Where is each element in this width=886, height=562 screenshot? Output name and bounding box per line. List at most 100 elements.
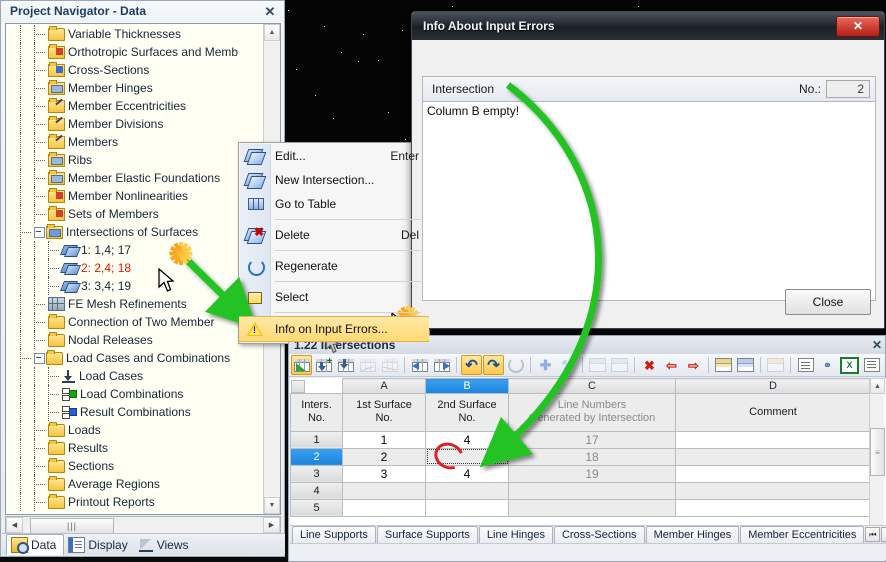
prev-block-button[interactable] [409,355,430,375]
tree-item-member-hinges[interactable]: Member Hinges [6,79,265,97]
close-icon[interactable]: ✕ [262,4,278,20]
intersection-no-field[interactable]: 2 [826,80,870,98]
delete-row-button[interactable]: ✖ [639,355,660,375]
tree-item-orthotropic-surfaces-and-memb[interactable]: Orthotropic Surfaces and Memb [6,43,265,61]
table-view-button[interactable] [291,355,312,375]
sheet-tab-cross-sections[interactable]: Cross-Sections [553,526,645,543]
menu-item-select[interactable]: Select [239,285,429,309]
info-about-input-errors-dialog[interactable]: Info About Input Errors ✕ Intersection N… [411,11,885,329]
grid-cell-b[interactable] [425,447,509,466]
grid-cell-d[interactable] [675,464,871,483]
navigator-tab-data[interactable]: Data [6,534,65,555]
grid-cell-a[interactable]: 2 [342,447,426,466]
grid-cell-d[interactable] [675,498,871,517]
scroll-right-icon[interactable]: ▶ [263,517,280,533]
grid-cell-a[interactable]: 1 [342,430,426,449]
redo-button[interactable]: ↷ [483,355,504,375]
grid-cell-c[interactable]: 19 [508,464,676,483]
grid-row[interactable]: 5 [290,498,871,517]
tree-item-average-regions[interactable]: Average Regions [6,475,265,493]
menu-item-new-intersection[interactable]: New Intersection... [239,168,429,192]
sheet-tab-line-hinges[interactable]: Line Hinges [478,526,553,543]
print-button[interactable] [795,355,816,375]
insert-row-button[interactable]: + [313,355,334,375]
blue-table-button[interactable] [735,355,756,375]
tree-item-results[interactable]: Results [6,439,265,457]
intersections-table-panel[interactable]: 1.22 Intersections ✕ + ↶ ↷ ✚ ⚒ ✖ ⇦ ⇨ ⚭ X A B C D Inte… [288,335,886,562]
sheet-tab-strip[interactable]: Line Supports Surface Supports Line Hinges… [290,525,886,543]
tree-item-member-nonlinearities[interactable]: Member Nonlinearities [6,187,265,205]
tree-item-printout-reports[interactable]: Printout Reports [6,493,265,511]
scroll-up-icon[interactable]: ▲ [264,24,280,41]
close-button[interactable]: Close [785,289,871,315]
grid-table[interactable]: A B C D Inters. No. 1st Surface No. 2nd Surface N… [290,378,871,517]
navigator-tab-display[interactable]: Display [64,535,134,555]
grid-row-header[interactable]: 2 [290,447,343,466]
menu-item-regenerate[interactable]: Regenerate [239,254,429,278]
import-button[interactable] [335,355,356,375]
grid-cell-a[interactable] [342,481,426,500]
tree-item-load-combinations[interactable]: Load Combinations [6,385,265,403]
collapse-icon[interactable] [34,352,45,364]
tree-item-load-cases-and-combinations[interactable]: Load Cases and Combinations [6,349,265,367]
scrollbar-thumb[interactable]: ≡ [870,428,885,476]
grid-cell-d[interactable] [675,430,871,449]
first-sheet-button[interactable]: ⏮ [865,527,881,542]
tree-item-sections[interactable]: Sections [6,457,265,475]
grid-cell-b[interactable] [425,481,509,500]
tree-item-1-1-4-17[interactable]: 1: 1,4; 17 [6,241,265,259]
grid-cell-d[interactable] [675,447,871,466]
tree-item-member-eccentricities[interactable]: Member Eccentricities [6,97,265,115]
tree-horizontal-scrollbar[interactable]: ◀ ||| ▶ [5,516,281,534]
binoculars-button[interactable]: ⚭ [817,355,838,375]
next-block-button[interactable] [431,355,452,375]
tree-item-result-combinations[interactable]: Result Combinations [6,403,265,421]
grid-row[interactable]: 3 3 4 19 [290,464,871,483]
grid-row-header[interactable]: 5 [290,498,343,517]
tree-item-intersections-of-surfaces[interactable]: Intersections of Surfaces [6,223,265,241]
sheet-nav-arrows[interactable]: ⏮◀▶⏭ [865,527,886,542]
delete-col-left-button[interactable]: ⇦ [661,355,682,375]
scroll-down-icon[interactable]: ▼ [264,497,280,514]
sheet-tab-surface-supports[interactable]: Surface Supports [376,526,478,543]
grid-cell-a[interactable] [342,498,426,517]
grid-row-header[interactable]: 4 [290,481,343,500]
tree-item-3-3-4-19[interactable]: 3: 3,4; 19 [6,277,265,295]
tree-item-fe-mesh-refinements[interactable]: FE Mesh Refinements [6,295,265,313]
grid-cell-d[interactable] [675,481,871,500]
grid-cell-a[interactable]: 3 [342,464,426,483]
tree-item-cross-sections[interactable]: Cross-Sections [6,61,265,79]
delete-col-right-button[interactable]: ⇨ [683,355,704,375]
grid-vertical-scrollbar[interactable]: ▲ ≡ ▼ [869,378,885,542]
menu-item-go-to-table[interactable]: Go to Table [239,192,429,216]
grid-row-header[interactable]: 3 [290,464,343,483]
table-grid[interactable]: A B C D Inters. No. 1st Surface No. 2nd Surface N… [290,378,886,542]
tree-item-ribs[interactable]: Ribs [6,151,265,169]
yellow-table-button[interactable] [713,355,734,375]
navigator-tab-views[interactable]: Views [135,535,196,555]
close-icon[interactable]: ✕ [869,338,885,352]
navigator-tab-strip[interactable]: Data Display Views [2,533,285,555]
tree-item-connection-of-two-member[interactable]: Connection of Two Member [6,313,265,331]
tree-item-loads[interactable]: Loads [6,421,265,439]
grid-row-header[interactable]: 1 [290,430,343,449]
scroll-up-icon[interactable]: ▲ [870,378,885,394]
sheet-tab-member-hinges[interactable]: Member Hinges [645,526,740,543]
grid-row[interactable]: 1 1 4 17 [290,430,871,449]
scrollbar-thumb-horizontal[interactable]: ||| [30,518,114,534]
scroll-left-icon[interactable]: ◀ [6,517,23,533]
close-icon[interactable]: ✕ [836,15,880,37]
grid-column-header-A[interactable]: A [342,378,426,394]
grid-row[interactable]: 2 2 18 [290,447,871,466]
grid-column-header-D[interactable]: D [675,378,871,394]
tree-context-menu[interactable]: Edit... Enter New Intersection... Go to Tab… [238,142,430,344]
grid-column-header-C[interactable]: C [508,378,676,394]
grid-cell-c[interactable]: 18 [508,447,676,466]
grid-row[interactable]: 4 [290,481,871,500]
tree-item-sets-of-members[interactable]: Sets of Members [6,205,265,223]
sheet-tab-member-eccentricities[interactable]: Member Eccentricities [740,526,865,543]
grid-column-header-B[interactable]: B [425,378,509,394]
collapse-icon[interactable] [34,226,45,238]
sheet-tab-line-supports[interactable]: Line Supports [292,526,376,543]
tree-item-2-2-4-18[interactable]: 2: 2,4; 18 [6,259,265,277]
